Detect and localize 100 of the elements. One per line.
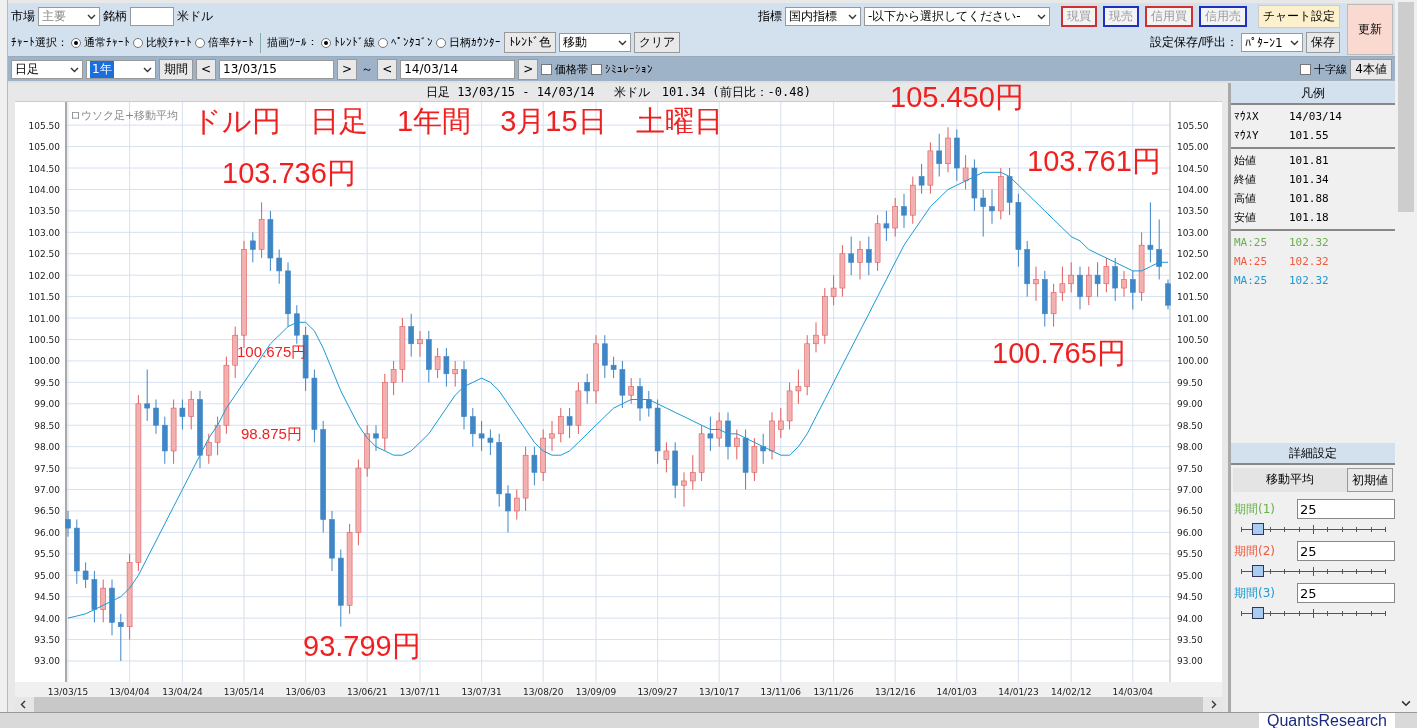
legend-label: ﾏｳｽX [1234, 110, 1260, 123]
legend-label: MA:25 [1234, 255, 1269, 268]
axis-label: 103.00 [1177, 227, 1209, 238]
axis-label: 99.50 [34, 377, 60, 388]
axis-label: 13/10/17 [699, 687, 740, 697]
annotation: 93.799円 [303, 632, 421, 661]
radio-option[interactable]: 通常ﾁｬｰﾄ [71, 35, 130, 50]
ohlc-button[interactable]: 4本値 [1350, 58, 1392, 80]
axis-label: 14/03/04 [1112, 687, 1153, 697]
axis-label: 103.00 [28, 227, 60, 238]
legend-value: 102.32 [1289, 274, 1329, 287]
axis-label: 13/12/16 [875, 687, 916, 697]
axis-label: 99.50 [1177, 377, 1203, 388]
legend-label: 終値 [1234, 172, 1257, 187]
legend-value: 101.18 [1289, 211, 1329, 224]
label: ～ [360, 60, 375, 78]
axis-label: 94.50 [1177, 592, 1203, 603]
panel-title: 凡例 [1231, 83, 1395, 105]
legend-value: 102.32 [1289, 236, 1329, 249]
tab[interactable]: 移動平均 [1233, 468, 1347, 492]
checkbox[interactable]: 価格帯 [541, 61, 589, 77]
label: 銘柄 [103, 8, 127, 25]
legend-value: 101.34 [1289, 173, 1329, 186]
clear-button[interactable]: クリア [634, 32, 680, 53]
axis-label: 13/09/09 [575, 687, 617, 697]
axis-label: 105.00 [1177, 142, 1209, 153]
prev-button[interactable]: < [196, 58, 217, 80]
axis-label: 93.00 [1177, 656, 1203, 667]
period-field[interactable]: 25 [1297, 499, 1395, 519]
prev-button[interactable]: < [377, 58, 398, 80]
period-field[interactable]: 25 [1297, 583, 1395, 603]
axis-label: 13/08/20 [523, 687, 564, 697]
legend-value: 101.88 [1289, 192, 1329, 205]
axis-label: 103.50 [1177, 206, 1209, 217]
reset-button[interactable]: 初期値 [1347, 468, 1393, 492]
radio-option[interactable]: 比較ﾁｬｰﾄ [133, 35, 192, 50]
period-button[interactable]: 期間 [159, 58, 193, 80]
legend-label: MA:25 [1234, 274, 1269, 287]
checkbox[interactable]: ｼﾐｭﾚｰｼｮﾝ [591, 62, 654, 76]
chart-caption: ロウソク足+移動平均 [70, 109, 179, 122]
radio-option[interactable]: ﾍﾟﾝﾀｺﾞﾝ [378, 36, 433, 49]
axis-label: 93.00 [34, 656, 60, 667]
axis-label: 101.50 [1177, 292, 1209, 303]
dropdown[interactable]: ﾊﾟﾀｰﾝ1 [1241, 33, 1303, 52]
axis-label: 13/06/03 [285, 687, 326, 697]
label: 米ドル [177, 8, 213, 25]
axis-label: 100.50 [28, 335, 60, 345]
axis-label: 95.50 [1177, 549, 1203, 560]
axis-label: 94.00 [1177, 613, 1203, 624]
label: ﾁｬｰﾄ選択： [11, 35, 68, 50]
annotation: 105.450円 [890, 83, 1024, 112]
axis-label: 101.50 [28, 292, 60, 303]
period-field[interactable]: 25 [1297, 541, 1395, 561]
period-label: 期間(3) [1234, 584, 1275, 602]
axis-label: 14/01/23 [998, 687, 1039, 697]
axis-label: 96.50 [1177, 506, 1203, 517]
axis-label: 13/04/24 [162, 687, 203, 697]
axis-label: 99.00 [1177, 399, 1203, 410]
annotation: 98.875円 [241, 426, 302, 441]
legend-value: 14/03/14 [1289, 110, 1342, 123]
annotation: 103.736円 [222, 159, 356, 188]
legend-label: 安値 [1234, 210, 1257, 225]
annotation: 100.765円 [992, 339, 1126, 368]
axis-label: 14/02/12 [1051, 687, 1092, 697]
radio-option[interactable]: 日柄ｶｳﾝﾀｰ [436, 35, 501, 50]
end-date-field[interactable]: 14/03/14 [400, 59, 516, 79]
dropdown[interactable]: 移動 [559, 33, 631, 52]
panel-title: 詳細設定 [1231, 443, 1395, 465]
chart-settings-button[interactable]: チャート設定 [1258, 5, 1340, 28]
axis-label: 104.00 [1177, 184, 1209, 195]
next-button[interactable]: > [337, 58, 358, 80]
checkbox[interactable]: 十字線 [1300, 61, 1348, 77]
refresh-button[interactable]: 更新 [1347, 4, 1393, 55]
dropdown[interactable]: 国内指標 [785, 7, 861, 26]
start-date-field[interactable]: 13/03/15 [219, 59, 335, 79]
axis-label: 105.50 [28, 120, 60, 131]
axis-label: 101.00 [1177, 313, 1209, 324]
radio-option[interactable]: 倍率ﾁｬｰﾄ [195, 35, 254, 50]
axis-label: 13/07/11 [399, 687, 441, 697]
axis-label: 13/03/15 [47, 687, 89, 697]
trend-color-button[interactable]: ﾄﾚﾝﾄﾞ色 [504, 32, 556, 53]
axis-label: 95.00 [34, 570, 60, 581]
save-button[interactable]: 保存 [1306, 32, 1340, 53]
legend-label: 始値 [1234, 153, 1257, 168]
axis-label: 13/04/04 [109, 687, 150, 697]
dropdown[interactable]: 日足 [11, 59, 83, 79]
axis-label: 95.00 [1177, 570, 1203, 581]
axis-label: 13/11/06 [760, 687, 801, 697]
axis-label: 105.00 [28, 142, 60, 153]
dropdown[interactable]: 1年 [86, 59, 156, 79]
radio-option[interactable]: ﾄﾚﾝﾄﾞ線 [321, 35, 375, 50]
axis-label: 102.00 [28, 270, 60, 281]
axis-label: 102.50 [28, 249, 60, 260]
axis-label: 95.50 [34, 549, 60, 560]
axis-label: 100.00 [28, 356, 60, 367]
axis-label: 13/07/31 [461, 687, 502, 697]
axis-label: 99.00 [34, 399, 60, 410]
next-button[interactable]: > [518, 58, 539, 80]
legend-value: 102.32 [1289, 255, 1329, 268]
dropdown[interactable]: -以下から選択してください- [864, 7, 1050, 26]
